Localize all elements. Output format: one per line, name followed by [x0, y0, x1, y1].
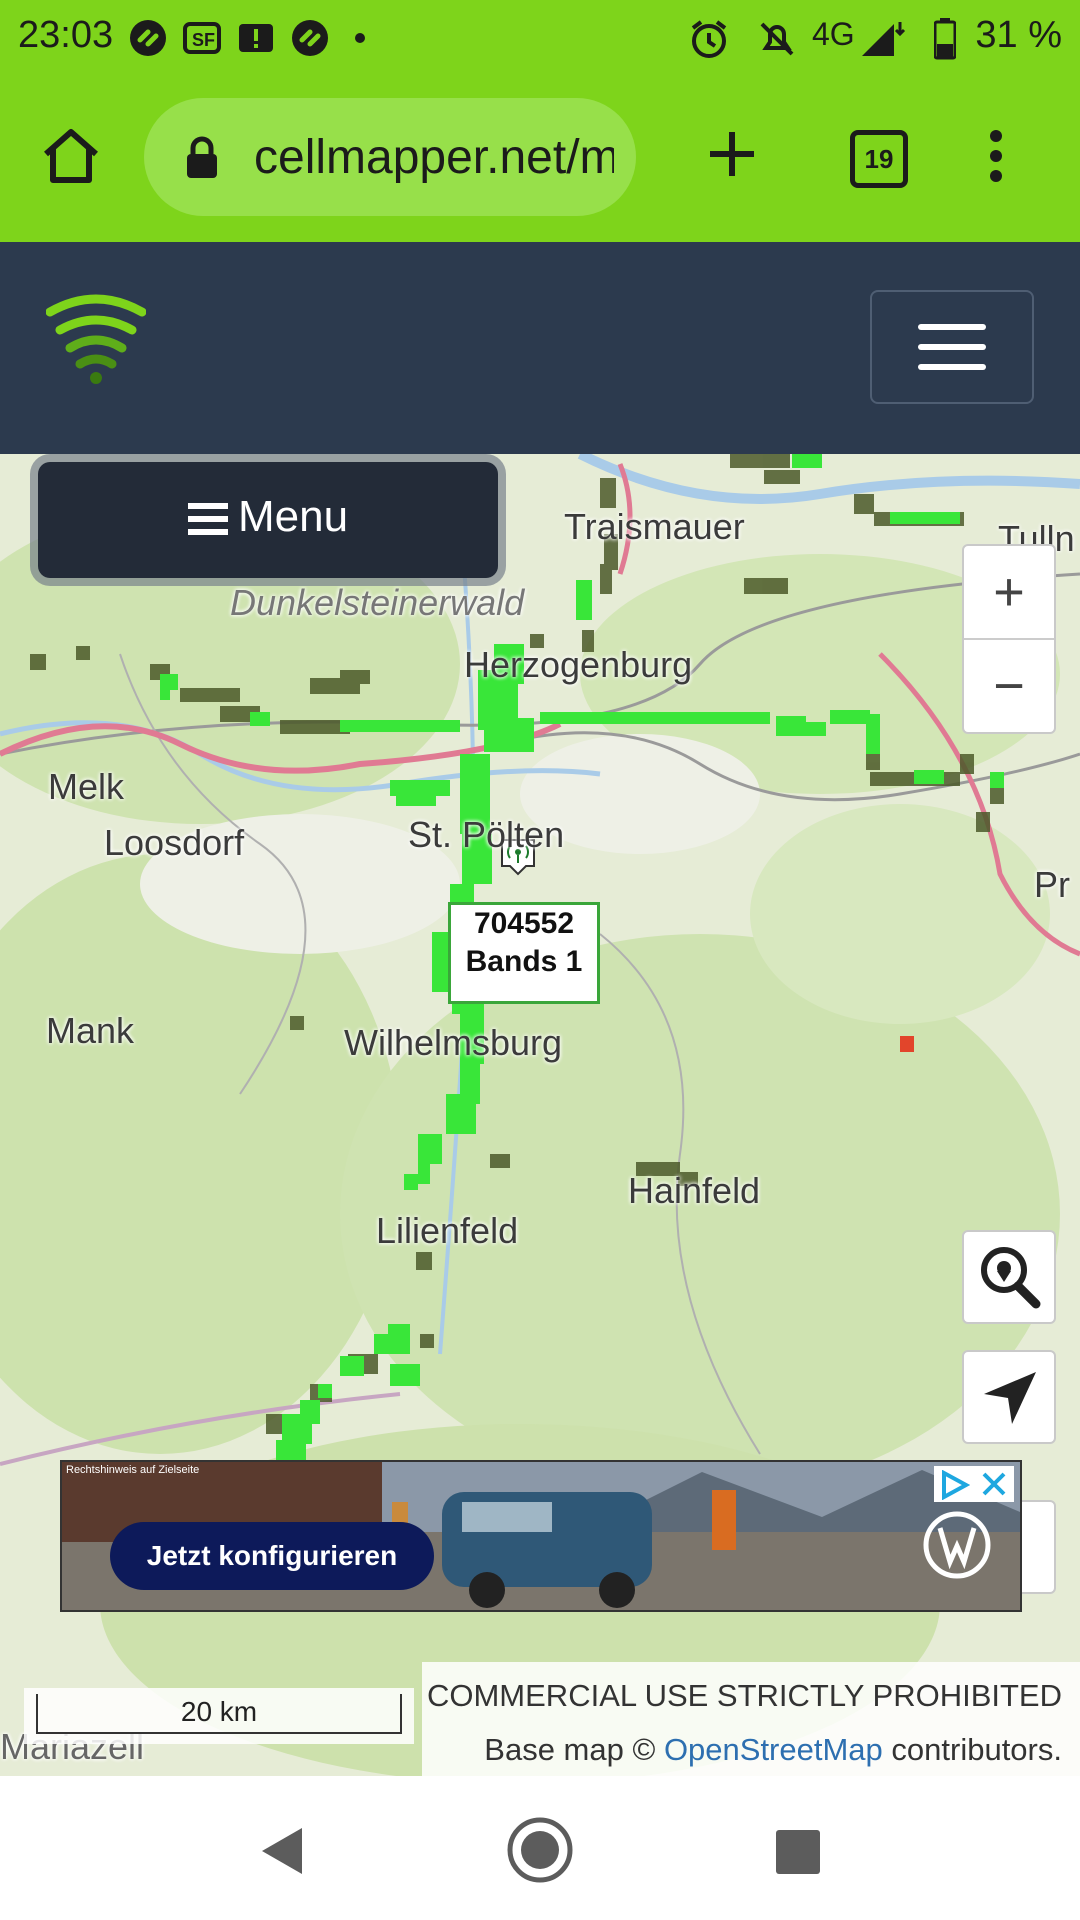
battery-percent: 31 % — [975, 14, 1062, 56]
cell-id: 704552 — [473, 907, 575, 940]
network-type: 4G — [812, 16, 855, 52]
map-menu-button[interactable]: Menu — [38, 462, 498, 578]
map-label-lilienfeld: Lilienfeld — [376, 1210, 519, 1251]
map-label-st-poelten: St. Pölten — [408, 814, 565, 855]
status-bar: 23:03 SF 4G 31 % — [0, 0, 1080, 76]
map-scale: 20 km — [24, 1688, 414, 1744]
shazam-icon — [128, 18, 168, 67]
my-location-button[interactable] — [962, 1350, 1056, 1444]
osm-link[interactable]: OpenStreetMap — [664, 1732, 883, 1767]
map-label-wilhelmsburg: Wilhelmsburg — [344, 1022, 563, 1063]
map-label-traismauer: Traismauer — [564, 506, 745, 547]
mute-icon — [756, 18, 798, 69]
ad-controls — [934, 1466, 1014, 1502]
back-icon[interactable] — [256, 1824, 306, 1883]
scale-label: 20 km — [180, 1696, 258, 1727]
new-tab-icon[interactable] — [704, 126, 760, 187]
recents-icon[interactable] — [774, 1828, 822, 1881]
signal-icon — [860, 18, 908, 67]
map-label-mank: Mank — [46, 1010, 135, 1051]
home-nav-icon[interactable] — [506, 1816, 574, 1889]
adchoices-icon[interactable] — [940, 1469, 971, 1505]
attribution-text: Base map © OpenStreetMap contributors. — [484, 1732, 1062, 1767]
tab-switcher-button[interactable]: 19 — [850, 130, 908, 188]
map-label-loosdorf: Loosdorf — [104, 822, 245, 863]
alarm-icon — [688, 18, 730, 69]
list-icon — [188, 498, 228, 548]
more-options-icon[interactable] — [986, 128, 1006, 189]
system-nav-bar — [0, 1776, 1080, 1920]
close-ad-icon[interactable] — [980, 1470, 1008, 1503]
home-icon[interactable] — [40, 126, 102, 191]
svg-text:SF: SF — [192, 30, 215, 50]
ad-legal-text: Rechtshinweis auf Zielseite — [66, 1464, 200, 1476]
map-attribution: COMMERCIAL USE STRICTLY PROHIBITED Base … — [422, 1662, 1080, 1776]
ad-cta-button[interactable]: Jetzt konfigurieren — [110, 1522, 434, 1590]
sf-icon: SF — [182, 18, 222, 67]
commercial-notice: COMMERCIAL USE STRICTLY PROHIBITED — [426, 1678, 1062, 1713]
cell-info-popup[interactable]: 704552 Bands 1 — [448, 902, 600, 1004]
dot-icon — [352, 18, 368, 67]
url-bar[interactable]: cellmapper.net/m — [144, 98, 636, 216]
ad-banner[interactable]: Rechtshinweis auf Zielseite Jetzt konfig… — [60, 1460, 1022, 1612]
lock-icon — [184, 136, 220, 185]
navigation-arrow-icon — [980, 1368, 1040, 1433]
cell-bands: Bands 1 — [465, 945, 583, 978]
search-location-icon — [978, 1244, 1042, 1315]
zoom-out-button[interactable]: − — [964, 638, 1054, 732]
map-label-herzogenburg: Herzogenburg — [464, 644, 693, 685]
map-menu-label: Menu — [238, 492, 349, 541]
alert-icon — [236, 18, 276, 67]
url-text: cellmapper.net/m — [254, 131, 614, 184]
browser-toolbar: cellmapper.net/m 19 — [0, 76, 1080, 242]
hamburger-menu-button[interactable] — [870, 290, 1034, 404]
status-time: 23:03 — [18, 14, 114, 56]
map-label-hainfeld: Hainfeld — [628, 1170, 761, 1211]
battery-icon — [933, 18, 957, 69]
map-label-pr: Pr — [1034, 864, 1070, 905]
zoom-in-button[interactable]: + — [964, 546, 1054, 638]
vw-logo-icon — [922, 1510, 992, 1585]
map-label-dunkelsteinerwald: Dunkelsteinerwald — [230, 582, 525, 623]
search-location-button[interactable] — [962, 1230, 1056, 1324]
cellmapper-logo-icon[interactable] — [45, 292, 147, 397]
map-label-melk: Melk — [48, 766, 125, 807]
zoom-control: + − — [962, 544, 1056, 734]
shazam-icon — [290, 18, 330, 67]
